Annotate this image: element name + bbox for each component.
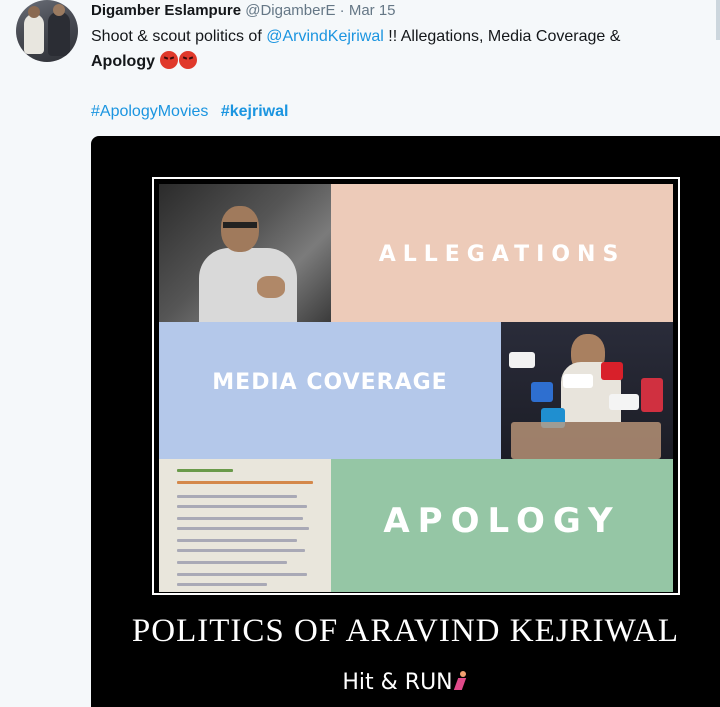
tweet[interactable]: Digamber Eslampure @DigamberE · Mar 15 S… <box>0 0 720 707</box>
press-microphones-photo <box>501 322 673 459</box>
allegations-tile: ALLEGATIONS <box>331 184 673 322</box>
media-coverage-tile: MEDIA COVERAGE <box>159 322 501 459</box>
media-subcaption: Hit & RUN <box>91 670 720 695</box>
hashtag-link[interactable]: #kejriwal <box>221 103 289 120</box>
media-coverage-label: MEDIA COVERAGE <box>212 370 448 395</box>
allegations-label: ALLEGATIONS <box>378 242 626 267</box>
tweet-media-image[interactable]: ALLEGATIONS MEDIA COVERAGE APOLOGY POLIT… <box>91 136 720 707</box>
subcaption-text: Hit & RUN <box>342 670 453 695</box>
runner-emoji-icon <box>453 671 469 691</box>
media-caption: POLITICS OF ARAVIND KEJRIWAL <box>131 613 680 649</box>
header-separator: · <box>339 2 345 19</box>
letter-document-image <box>159 459 331 592</box>
tweet-header: Digamber Eslampure @DigamberE · Mar 15 <box>91 0 396 22</box>
apology-label: APOLOGY <box>383 501 621 541</box>
angry-emoji-icon <box>160 51 179 69</box>
tweet-date[interactable]: Mar 15 <box>349 2 396 19</box>
angry-emoji-icon <box>179 51 198 69</box>
collage-frame: ALLEGATIONS MEDIA COVERAGE APOLOGY <box>152 177 680 595</box>
hashtag-link[interactable]: #ApologyMovies <box>91 103 208 120</box>
hashtags: #ApologyMovies #kejriwal <box>91 100 296 124</box>
avatar[interactable] <box>16 0 78 62</box>
apology-tile: APOLOGY <box>331 459 673 592</box>
tweet-text-part1: Shoot & scout politics of <box>91 28 267 45</box>
tweet-text-bold: Apology <box>91 53 155 70</box>
author-name[interactable]: Digamber Eslampure <box>91 2 241 19</box>
author-handle[interactable]: @DigamberE <box>245 2 335 19</box>
tweet-text: Shoot & scout politics of @ArvindKejriwa… <box>91 24 701 74</box>
mention-link[interactable]: @ArvindKejriwal <box>266 28 384 45</box>
tweet-text-part2: !! Allegations, Media Coverage & <box>383 28 621 45</box>
scrollbar[interactable] <box>716 0 720 40</box>
politician-photo <box>159 184 331 322</box>
